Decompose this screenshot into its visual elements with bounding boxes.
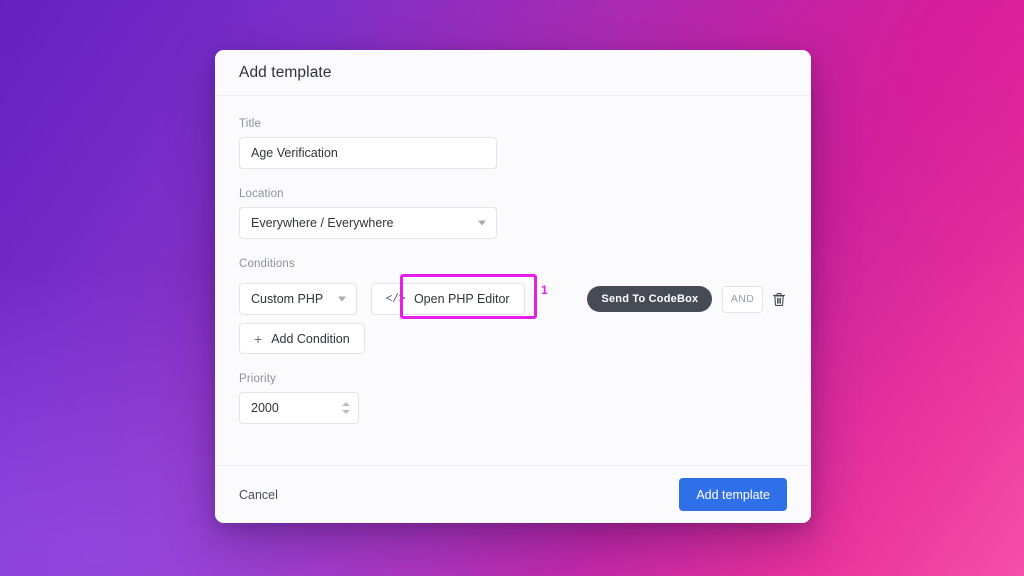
location-select-value: Everywhere / Everywhere — [251, 216, 394, 230]
priority-stepper[interactable]: 2000 — [239, 392, 359, 424]
delete-condition-button[interactable] — [771, 287, 787, 311]
send-to-codebox-button[interactable]: Send To CodeBox — [587, 286, 713, 312]
condition-row: Custom PHP </> Open PHP Editor Send To C… — [239, 274, 787, 321]
add-template-dialog: Add template Title Age Verification Loca… — [215, 50, 811, 523]
dialog-body: Title Age Verification Location Everywhe… — [215, 96, 811, 465]
priority-field-group: Priority 2000 — [239, 373, 787, 424]
location-label: Location — [239, 188, 284, 200]
title-input[interactable]: Age Verification — [239, 137, 497, 169]
add-condition-button[interactable]: + Add Condition — [239, 323, 365, 354]
conditions-field-group: Conditions Custom PHP </> Open PHP Edito… — [239, 258, 787, 354]
chevron-down-icon[interactable] — [342, 410, 350, 414]
location-field-group: Location Everywhere / Everywhere — [239, 188, 787, 239]
code-icon: </> — [385, 292, 406, 306]
annotation-number-1: 1 — [541, 283, 548, 297]
chevron-up-icon[interactable] — [342, 402, 350, 406]
page-title: Add template — [239, 63, 332, 81]
title-label: Title — [239, 118, 262, 130]
dialog-footer: Cancel Add template — [215, 465, 811, 523]
chevron-down-icon — [338, 296, 347, 302]
add-condition-label: Add Condition — [271, 331, 350, 346]
conditions-label: Conditions — [239, 258, 295, 270]
condition-type-value: Custom PHP — [251, 292, 324, 306]
priority-label: Priority — [239, 373, 276, 385]
cancel-button[interactable]: Cancel — [239, 488, 278, 502]
condition-operator-label: AND — [730, 293, 755, 305]
send-to-codebox-label: Send To CodeBox — [601, 293, 699, 305]
open-php-editor-label: Open PHP Editor — [413, 292, 510, 306]
priority-value: 2000 — [251, 401, 279, 415]
open-php-editor-button[interactable]: </> Open PHP Editor — [370, 283, 525, 315]
add-template-submit-button[interactable]: Add template — [679, 478, 787, 511]
dialog-header: Add template — [215, 50, 811, 96]
condition-operator-button[interactable]: AND — [722, 285, 764, 313]
title-field-group: Title Age Verification — [239, 118, 787, 169]
plus-icon: + — [254, 330, 263, 347]
chevron-down-icon — [478, 220, 486, 226]
location-select[interactable]: Everywhere / Everywhere — [239, 207, 497, 239]
condition-type-select[interactable]: Custom PHP — [239, 283, 358, 315]
stepper-arrows[interactable] — [342, 402, 350, 414]
trash-icon — [772, 292, 785, 306]
